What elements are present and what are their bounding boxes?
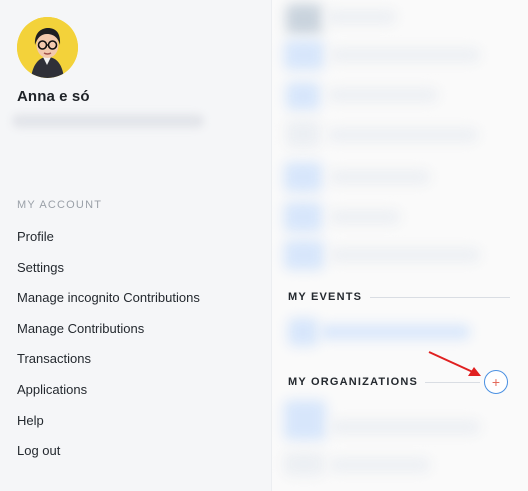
redacted-avatar — [284, 40, 324, 70]
profile-email-redacted — [12, 114, 204, 128]
redacted-text — [330, 420, 480, 434]
redacted-avatar — [284, 400, 326, 440]
menu-item-applications[interactable]: Applications — [17, 382, 200, 413]
menu-item-manage-contributions[interactable]: Manage Contributions — [17, 321, 200, 352]
redacted-avatar — [288, 318, 318, 346]
redacted-text — [328, 128, 478, 142]
arrow-icon — [428, 351, 481, 376]
my-account-heading: MY ACCOUNT — [17, 199, 103, 211]
redacted-avatar — [286, 120, 320, 148]
account-sidebar: Anna e só MY ACCOUNT Profile Settings Ma… — [0, 0, 272, 491]
redacted-avatar — [284, 162, 322, 192]
redacted-text — [330, 248, 480, 262]
avatar-image — [17, 17, 78, 78]
redacted-avatar — [284, 202, 322, 232]
profile-name: Anna e só — [17, 88, 90, 105]
events-divider — [370, 297, 510, 298]
menu-item-manage-incognito-contributions[interactable]: Manage incognito Contributions — [17, 290, 200, 321]
redacted-avatar — [284, 240, 324, 270]
organizations-divider — [425, 382, 480, 383]
redacted-text — [330, 170, 430, 184]
my-events-heading: MY EVENTS — [288, 291, 363, 303]
redacted-text — [330, 48, 480, 62]
redacted-avatar — [284, 452, 324, 476]
menu-item-log-out[interactable]: Log out — [17, 443, 200, 474]
redacted-text — [330, 458, 430, 472]
redacted-avatar — [286, 4, 322, 34]
redacted-text — [330, 210, 400, 224]
menu-item-settings[interactable]: Settings — [17, 260, 200, 291]
menu-item-profile[interactable]: Profile — [17, 229, 200, 260]
redacted-text — [328, 88, 438, 102]
menu-item-transactions[interactable]: Transactions — [17, 351, 200, 382]
redacted-text — [326, 10, 396, 24]
account-menu: Profile Settings Manage incognito Contri… — [17, 229, 200, 474]
my-organizations-heading: MY ORGANIZATIONS — [288, 376, 419, 388]
menu-item-help[interactable]: Help — [17, 413, 200, 444]
redacted-avatar — [286, 82, 320, 110]
add-organization-button[interactable]: + — [484, 370, 508, 394]
redacted-text — [320, 325, 470, 339]
avatar[interactable] — [17, 17, 78, 78]
